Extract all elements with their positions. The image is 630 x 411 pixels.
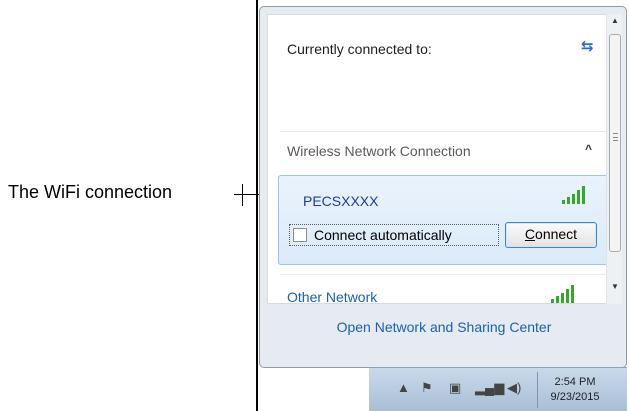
chevron-up-icon[interactable]: ^ [585,142,592,156]
network-list-item-other[interactable]: Other Network [287,289,377,305]
volume-icon[interactable]: ◀) [507,380,521,396]
vertical-guide-line [256,0,258,411]
annotation-label: The WiFi connection [8,182,173,202]
connect-automatically-label[interactable]: Connect automatically [289,224,499,246]
section-divider [280,131,606,132]
scrollbar[interactable]: ▲ ▼ [606,14,622,304]
network-list-item-selected[interactable]: PECSXXXX Connect automatically Connect [278,175,608,265]
scroll-thumb[interactable] [609,34,621,252]
connect-automatically-checkbox[interactable] [293,228,307,242]
signal-strength-icon[interactable]: ▂▄▆ [475,380,504,396]
connect-button[interactable]: Connect [505,222,597,248]
scroll-up-arrow-icon[interactable]: ▲ [607,16,623,30]
clock-time: 2:54 PM [554,376,596,388]
refresh-icon[interactable]: ⇆ [581,37,594,55]
network-list-panel: Currently connected to: ⇆ Wireless Netwo… [267,14,608,305]
action-center-flag-icon[interactable]: ⚑ [421,380,433,396]
tray-divider [537,372,538,408]
signal-strength-icon [562,186,585,204]
other-divider [280,274,606,275]
connect-button-rest: onnect [535,226,578,242]
network-icon[interactable]: ▣ [449,380,461,396]
scroll-down-arrow-icon[interactable]: ▼ [607,282,623,296]
taskbar-tray: ▲ ⚑ ▣ ▂▄▆ ◀) 2:54 PM 9/23/2015 [369,367,627,411]
clock-date: 9/23/2015 [550,391,600,403]
section-title-wireless[interactable]: Wireless Network Connection [287,143,471,159]
open-network-sharing-center-link[interactable]: Open Network and Sharing Center [260,319,628,335]
annotation-pointer-tick [242,184,243,206]
network-flyout: Currently connected to: ⇆ Wireless Netwo… [259,6,627,368]
signal-strength-icon [551,285,574,303]
currently-connected-heading: Currently connected to: [287,41,432,57]
show-hidden-icons-icon[interactable]: ▲ [397,380,410,395]
network-name: PECSXXXX [303,193,379,209]
tray-clock[interactable]: 2:54 PM 9/23/2015 [545,375,605,405]
scroll-grip-icon [613,133,618,141]
